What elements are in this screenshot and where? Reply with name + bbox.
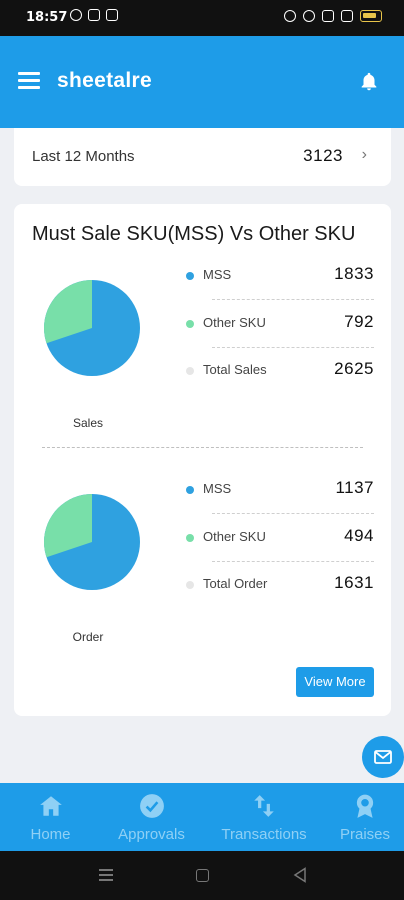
- legend-dot: [186, 272, 194, 280]
- legend-row-mss: MSS 1137: [184, 478, 374, 524]
- check-circle-icon: [139, 794, 164, 818]
- row-divider: [212, 561, 374, 562]
- legend-value: 1833: [334, 264, 374, 283]
- legend-name: Other SKU: [203, 529, 266, 544]
- legend-row-other-sku: Other SKU 792: [184, 312, 374, 358]
- status-bar: 18:57: [0, 0, 404, 36]
- hotspot-icon: [303, 10, 315, 22]
- transfer-arrows-icon: [254, 795, 274, 817]
- legend-value: 792: [344, 312, 374, 331]
- nav-item-home[interactable]: Home: [0, 783, 101, 851]
- legend-row-total-sales: Total Sales 2625: [184, 359, 374, 405]
- signal-icon: [341, 10, 353, 22]
- home-icon: [39, 796, 62, 816]
- legend-name: Total Sales: [203, 362, 267, 377]
- legend-dot: [186, 320, 194, 328]
- mail-fab-button[interactable]: [362, 736, 404, 778]
- teams-icon: [88, 9, 100, 21]
- order-pie-chart: [44, 494, 140, 590]
- nav-label: Transactions: [221, 826, 307, 843]
- legend-row-mss: MSS 1833: [184, 264, 374, 310]
- app-title: sheetalre: [57, 69, 152, 92]
- sales-pie-chart: [44, 280, 140, 376]
- legend-dot: [186, 486, 194, 494]
- summary-count: 3123: [303, 146, 343, 165]
- award-icon: [356, 794, 374, 818]
- nav-label: Praises: [339, 826, 391, 843]
- chevron-right-icon: ›: [361, 146, 367, 163]
- whatsapp-icon: [70, 9, 82, 21]
- legend-value: 494: [344, 526, 374, 545]
- nav-item-transactions[interactable]: Transactions: [202, 783, 326, 851]
- row-divider: [212, 513, 374, 514]
- nav-item-praises[interactable]: Praises: [326, 783, 404, 851]
- notification-bell-icon[interactable]: [358, 70, 380, 94]
- legend-name: Total Order: [203, 576, 268, 591]
- nav-label: Approvals: [118, 826, 185, 843]
- legend-value: 2625: [334, 359, 374, 378]
- system-status-icons: [284, 10, 382, 22]
- vibrate-icon: [322, 10, 334, 22]
- home-button-icon[interactable]: [196, 869, 209, 882]
- notification-icons: [70, 9, 118, 21]
- row-divider: [212, 347, 374, 348]
- summary-card[interactable]: Last 12 Months 3123 ›: [14, 128, 391, 186]
- legend-name: MSS: [203, 267, 232, 282]
- section-divider: [42, 447, 363, 448]
- legend-row-other-sku: Other SKU 494: [184, 526, 374, 572]
- legend-row-total-order: Total Order 1631: [184, 573, 374, 619]
- menu-icon[interactable]: [18, 72, 40, 89]
- legend-value: 1137: [335, 478, 374, 497]
- legend-value: 1631: [334, 573, 374, 592]
- nav-item-approvals[interactable]: Approvals: [101, 783, 202, 851]
- bottom-navigation: Home Approvals Transactions Praises: [0, 783, 404, 851]
- recent-apps-icon[interactable]: [99, 869, 113, 881]
- legend-name: Other SKU: [203, 315, 266, 330]
- view-more-button[interactable]: View More: [296, 667, 374, 697]
- system-navigation-bar: [0, 851, 404, 900]
- back-icon[interactable]: [293, 867, 307, 883]
- alarm-icon: [284, 10, 296, 22]
- legend-dot: [186, 581, 194, 589]
- row-divider: [212, 299, 374, 300]
- mss-vs-other-card: Must Sale SKU(MSS) Vs Other SKU Sales MS…: [14, 204, 391, 716]
- cloud-icon: [106, 9, 118, 21]
- app-bar: sheetalre: [0, 36, 404, 128]
- sales-chart-label: Sales: [72, 416, 104, 430]
- mail-icon: [374, 750, 392, 764]
- battery-icon: [360, 10, 382, 22]
- period-label: Last 12 Months: [32, 148, 135, 165]
- card-title: Must Sale SKU(MSS) Vs Other SKU: [32, 223, 356, 245]
- sales-section: Sales MSS 1833 Other SKU 792 Total Sales…: [14, 264, 391, 480]
- legend-dot: [186, 534, 194, 542]
- order-chart-label: Order: [72, 630, 104, 644]
- legend-name: MSS: [203, 481, 232, 496]
- nav-label: Home: [30, 826, 71, 843]
- legend-dot: [186, 367, 194, 375]
- status-time: 18:57: [26, 10, 68, 25]
- order-section: Order MSS 1137 Other SKU 494 Total Order…: [14, 478, 391, 694]
